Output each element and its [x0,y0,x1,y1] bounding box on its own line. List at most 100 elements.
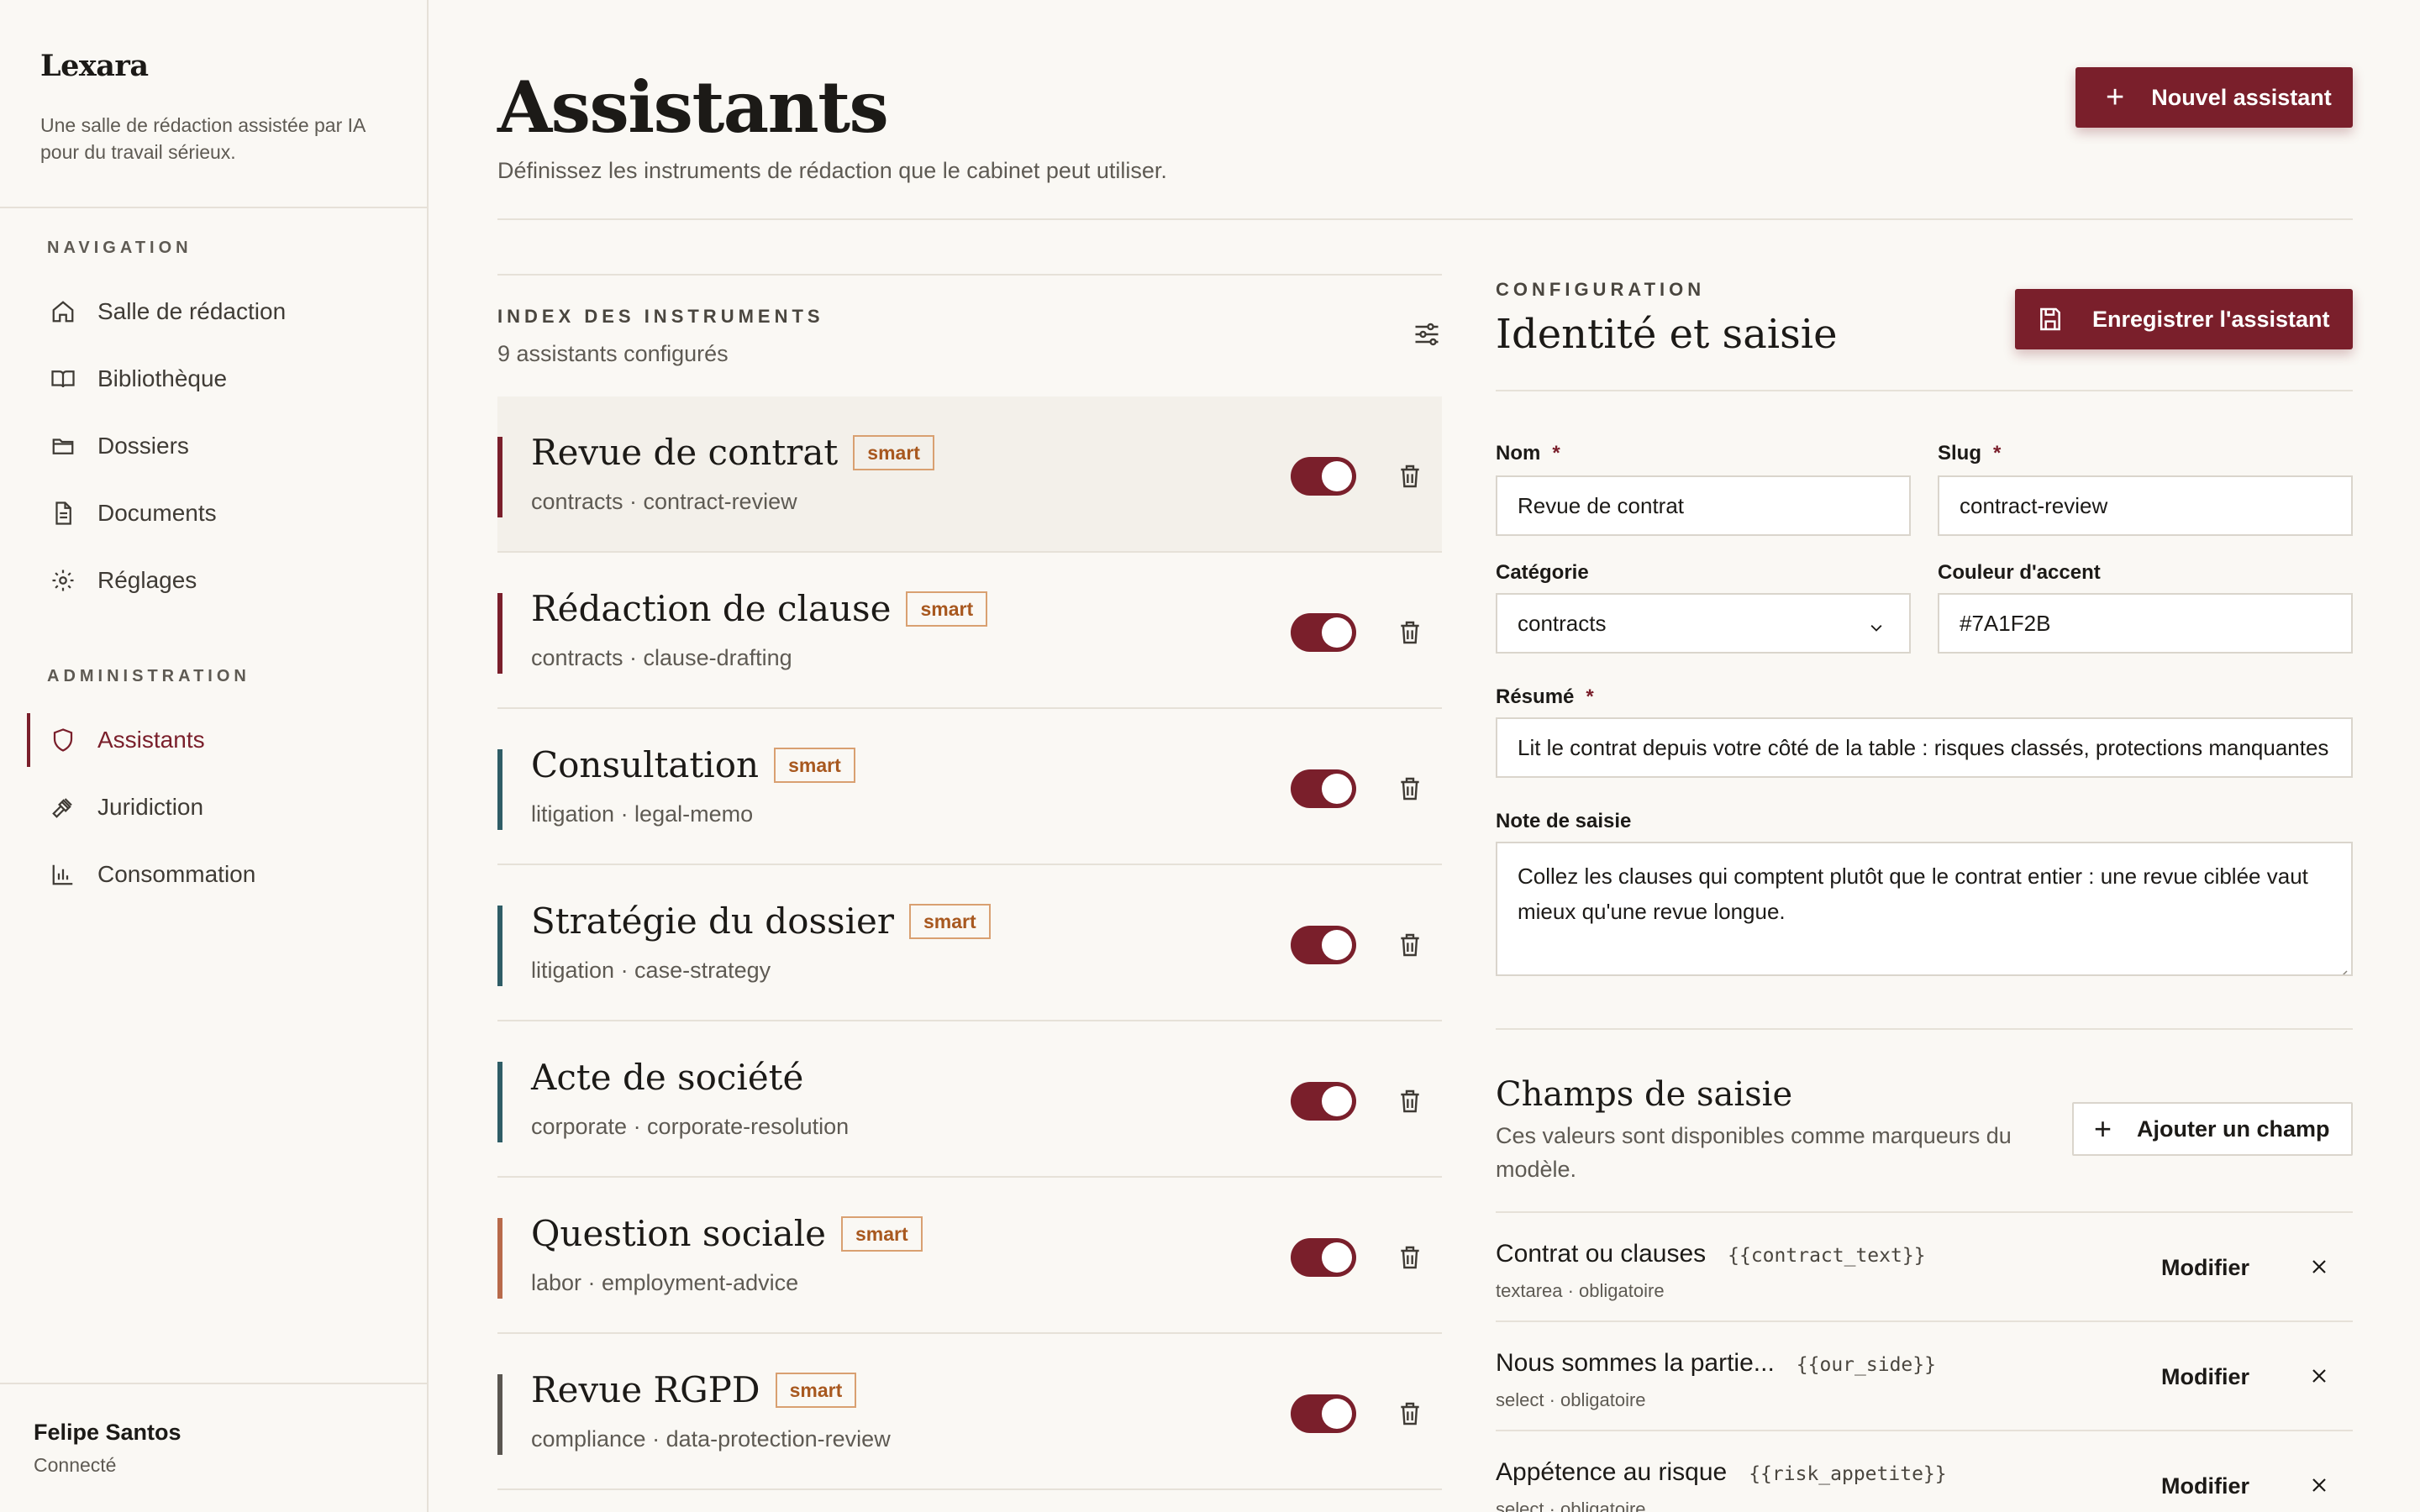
save-assistant-button[interactable]: Enregistrer l'assistant [2015,289,2353,349]
categorie-value: contracts [1518,610,1607,636]
index-section-label: INDEX DES INSTRUMENTS [497,306,824,327]
page-title: Assistants [497,66,889,149]
page-subtitle: Définissez les instruments de rédaction … [497,158,1167,183]
couleur-input[interactable]: #7A1F2B [1938,593,2353,654]
instrument-row[interactable]: Stratégie du dossier smart litigation · … [497,865,1442,1021]
header-divider [497,218,2353,220]
enabled-toggle[interactable] [1291,1238,1356,1277]
sidebar: Lexara Une salle de rédaction assistée p… [0,0,429,1512]
required-mark: * [1993,442,2002,465]
enabled-toggle[interactable] [1291,1082,1356,1121]
trash-icon[interactable] [1397,1399,1423,1428]
nav-section: NAVIGATION Salle de rédaction Bibliothèq… [0,239,286,614]
enabled-toggle[interactable] [1291,926,1356,964]
couleur-label: Couleur d'accent [1938,561,2101,584]
instrument-title: Revue de contrat smart [531,432,934,473]
plus-icon: + [2106,80,2125,115]
field-token: {{contract_text}} [1728,1245,1926,1267]
field-row: Appétence au risque {{risk_appetite}} se… [1496,1431,2353,1512]
resume-label: Résumé * [1496,685,1594,709]
edit-field-button[interactable]: Modifier [2161,1364,2249,1390]
gear-icon [49,566,77,595]
instrument-title: Question sociale smart [531,1213,923,1254]
sidebar-item-label: Consommation [97,861,256,887]
new-assistant-button[interactable]: + Nouvel assistant [2075,67,2353,128]
slug-input[interactable]: contract-review [1938,475,2353,536]
instrument-meta: litigation · legal-memo [531,801,754,827]
resume-label-text: Résumé [1496,685,1575,708]
trash-icon[interactable] [1397,931,1423,959]
sidebar-item-label: Assistants [97,727,205,753]
instrument-meta: compliance · data-protection-review [531,1426,891,1452]
user-status: Connecté [34,1454,117,1476]
field-meta: select · obligatoire [1496,1499,1646,1512]
nav-section-label: NAVIGATION [47,239,192,257]
champs-title: Champs de saisie [1496,1075,1793,1114]
enabled-toggle[interactable] [1291,457,1356,496]
add-field-button[interactable]: + Ajouter un champ [2072,1102,2353,1156]
field-row: Nous sommes la partie... {{our_side}} se… [1496,1322,2353,1431]
resize-handle-icon[interactable] [2333,956,2348,974]
config-title: Identité et saisie [1496,311,1838,358]
folder-icon [49,432,77,460]
trash-icon[interactable] [1397,774,1423,803]
book-icon [49,365,77,393]
instrument-name: Question sociale [531,1213,827,1254]
sidebar-item-juridiction[interactable]: Juridiction [0,774,427,841]
sidebar-item-dossiers[interactable]: Dossiers [0,412,286,480]
instrument-row[interactable]: Question sociale smart labor · employmen… [497,1178,1442,1334]
instrument-row[interactable]: Acte de société corporate · corporate-re… [497,1021,1442,1178]
chevron-down-icon [1867,617,1886,633]
close-icon[interactable] [2309,1257,2329,1277]
close-icon[interactable] [2309,1475,2329,1495]
edit-field-button[interactable]: Modifier [2161,1255,2249,1281]
instrument-row[interactable]: Revue RGPD smart compliance · data-prote… [497,1334,1442,1490]
field-meta: select · obligatoire [1496,1389,1646,1410]
sidebar-item-salle[interactable]: Salle de rédaction [0,278,286,345]
trash-icon[interactable] [1397,618,1423,647]
field-name: Appétence au risque {{risk_appetite}} [1496,1458,1947,1487]
nom-label: Nom * [1496,442,1560,465]
sidebar-item-label: Réglages [97,567,197,593]
close-icon[interactable] [2309,1366,2329,1386]
enabled-toggle[interactable] [1291,769,1356,808]
categorie-select[interactable]: contracts [1496,593,1911,654]
instrument-row[interactable]: Rédaction de clause smart contracts · cl… [497,553,1442,709]
sidebar-item-consommation[interactable]: Consommation [0,841,427,908]
note-textarea[interactable]: Collez les clauses qui comptent plutôt q… [1496,842,2353,976]
instrument-row[interactable]: Revue de contrat smart contracts · contr… [497,396,1442,553]
brand-tagline: Une salle de rédaction assistée par IA p… [40,114,366,163]
nav-list: Salle de rédaction Bibliothèque Dossiers… [0,278,286,614]
instrument-accent [497,1062,502,1142]
instrument-row[interactable]: Consultation smart litigation · legal-me… [497,709,1442,865]
user-block[interactable]: Felipe Santos Connecté [0,1383,427,1512]
sidebar-item-reglages[interactable]: Réglages [0,547,286,614]
brand-name[interactable]: Lexara [40,49,387,83]
sidebar-item-documents[interactable]: Documents [0,480,286,547]
enabled-toggle[interactable] [1291,613,1356,652]
resume-input[interactable]: Lit le contrat depuis votre côté de la t… [1496,717,2353,778]
edit-field-button[interactable]: Modifier [2161,1473,2249,1499]
save-icon [2037,306,2064,333]
nom-value: Revue de contrat [1518,492,1685,518]
trash-icon[interactable] [1397,1243,1423,1272]
instrument-accent [497,593,502,674]
trash-icon[interactable] [1397,462,1423,491]
enabled-toggle[interactable] [1291,1394,1356,1433]
instrument-name: Rédaction de clause [531,588,892,629]
trash-icon[interactable] [1397,1087,1423,1116]
instrument-name: Consultation [531,744,760,785]
admin-section: ADMINISTRATION Assistants Juridiction Co… [0,667,427,908]
filter-icon[interactable] [1412,319,1442,349]
note-label: Note de saisie [1496,810,1632,832]
instrument-list: Revue de contrat smart contracts · contr… [497,396,1442,1490]
sidebar-item-bibliotheque[interactable]: Bibliothèque [0,345,286,412]
sidebar-item-assistants[interactable]: Assistants [0,706,427,774]
instrument-meta: labor · employment-advice [531,1270,799,1295]
slug-label-text: Slug [1938,442,1981,465]
instrument-title: Acte de société [531,1057,803,1098]
field-token: {{our_side}} [1796,1354,1936,1376]
couleur-value: #7A1F2B [1960,610,2051,636]
nom-input[interactable]: Revue de contrat [1496,475,1911,536]
field-row: Contrat ou clauses {{contract_text}} tex… [1496,1213,2353,1322]
